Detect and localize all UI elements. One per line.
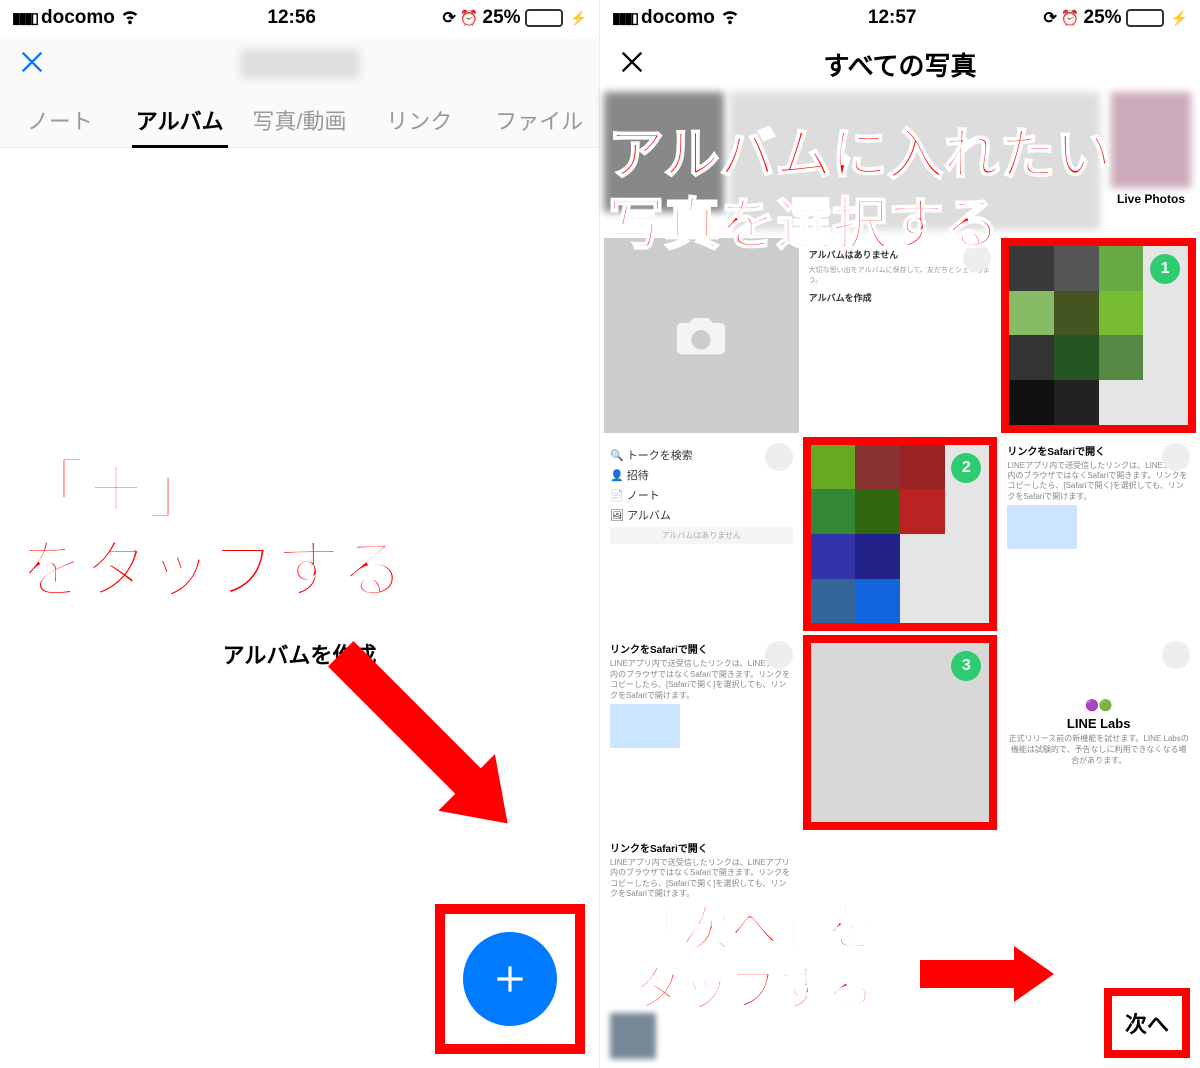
wifi-icon	[119, 4, 141, 32]
battery-pct: 25%	[1084, 7, 1122, 29]
battery-pct: 25%	[483, 7, 521, 29]
album-content: アルバムを作成	[0, 148, 599, 1068]
selection-ring-icon	[765, 443, 793, 471]
tab-media[interactable]: 写真/動画	[240, 92, 360, 147]
photo-tile-screenshot[interactable]: アルバムはありません 大切な思い出をアルバムに保存して、友だちとシェアしよう。 …	[803, 238, 998, 433]
photo-tile-screenshot[interactable]: リンクをSafariで開く LINEアプリ内で送受信したリンクは、LINEアプリ…	[604, 834, 799, 914]
status-bar: docomo 12:56 25%	[0, 0, 599, 36]
photo-tile-selected[interactable]: 2	[803, 437, 998, 632]
close-button[interactable]	[618, 48, 646, 81]
signal-icon	[612, 7, 637, 29]
right-phone: docomo 12:57 25% すべての写真 Live Photos	[600, 0, 1200, 1068]
next-button[interactable]: 次へ	[1104, 988, 1190, 1058]
chat-title-blurred	[240, 49, 360, 79]
selection-ring-icon	[765, 641, 793, 669]
add-button[interactable]	[463, 932, 557, 1026]
fab-highlight-frame	[435, 904, 585, 1054]
selection-ring-icon	[1162, 641, 1190, 669]
battery-icon	[525, 9, 563, 27]
create-album-label[interactable]: アルバムを作成	[223, 638, 377, 670]
tab-link[interactable]: リンク	[359, 92, 479, 147]
header	[0, 36, 599, 92]
orientation-lock-icon	[442, 7, 455, 29]
close-button[interactable]	[18, 48, 46, 81]
carrier-label: docomo	[41, 7, 115, 29]
alarm-icon	[460, 7, 479, 29]
selected-thumb[interactable]	[610, 1013, 656, 1059]
page-title: すべての写真	[823, 46, 976, 83]
album-thumb-blurred[interactable]	[604, 92, 724, 212]
photo-tile-screenshot[interactable]: リンクをSafariで開く LINEアプリ内で送受信したリンクは、LINEアプリ…	[604, 635, 799, 830]
battery-icon	[1126, 9, 1164, 27]
selection-badge: 2	[951, 453, 981, 483]
photo-tile-selected[interactable]: 1	[1001, 238, 1196, 433]
wifi-icon	[719, 4, 741, 32]
photo-tile-screenshot[interactable]: 🔍 トークを検索 👤 招待 📄 ノート 🖼 アルバム アルバムはありません	[604, 437, 799, 632]
selection-badge: 1	[1150, 254, 1180, 284]
photo-tile-screenshot[interactable]: 🟣🟢 LINE Labs 正式リリース前の新機能を試せます。LINE Labsの…	[1001, 635, 1196, 830]
header: すべての写真	[600, 36, 1200, 92]
signal-icon	[12, 7, 37, 29]
live-photos-source[interactable]: Live Photos	[1106, 92, 1196, 230]
photo-tile-selected[interactable]: 3	[803, 635, 998, 830]
tabs: ノート アルバム 写真/動画 リンク ファイル	[0, 92, 599, 148]
photo-tile-screenshot[interactable]: リンクをSafariで開く LINEアプリ内で送受信したリンクは、LINEアプリ…	[1001, 437, 1196, 632]
left-phone: docomo 12:56 25% ノート アルバム 写真/動画 リンク ファイル…	[0, 0, 600, 1068]
status-bar: docomo 12:57 25%	[600, 0, 1200, 36]
tab-file[interactable]: ファイル	[479, 92, 599, 147]
charging-icon	[567, 7, 587, 29]
camera-tile[interactable]	[604, 238, 799, 433]
tab-note[interactable]: ノート	[0, 92, 120, 147]
charging-icon	[1168, 7, 1188, 29]
selection-badge: 3	[951, 651, 981, 681]
album-source-row: Live Photos	[604, 92, 1196, 230]
album-thumb-blurred[interactable]	[730, 92, 1100, 230]
status-time: 12:56	[267, 7, 316, 29]
photo-grid: Live Photos アルバムはありません 大切な思い出をアルバムに保存して、…	[600, 92, 1200, 1068]
status-time: 12:57	[868, 7, 917, 29]
orientation-lock-icon	[1043, 7, 1056, 29]
selection-ring-icon	[1162, 443, 1190, 471]
carrier-label: docomo	[641, 7, 715, 29]
tab-album[interactable]: アルバム	[120, 92, 240, 147]
alarm-icon	[1061, 7, 1080, 29]
